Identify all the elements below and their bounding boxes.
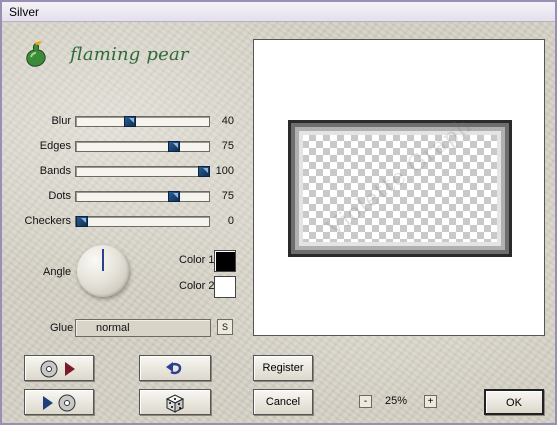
bands-slider[interactable] bbox=[75, 166, 210, 177]
bands-slider-thumb[interactable] bbox=[198, 166, 210, 177]
preview-image bbox=[288, 120, 512, 257]
preview-pane[interactable] bbox=[253, 39, 545, 336]
slider-label-bands: Bands bbox=[39, 165, 71, 177]
blur-value: 40 bbox=[221, 115, 234, 127]
glue-s-button[interactable]: S bbox=[217, 319, 233, 335]
logo-text: flaming pear bbox=[70, 44, 189, 65]
dots-slider-thumb[interactable] bbox=[168, 191, 180, 202]
title-bar: Silver bbox=[2, 2, 555, 22]
glue-label: Glue bbox=[50, 322, 74, 334]
slider-label-checkers: Checkers bbox=[24, 215, 71, 227]
zoom-value: 25% bbox=[385, 395, 408, 407]
window-title: Silver bbox=[9, 5, 40, 19]
blur-slider[interactable] bbox=[75, 116, 210, 127]
save-settings-button[interactable] bbox=[24, 389, 94, 415]
checkers-slider-thumb[interactable] bbox=[76, 216, 88, 227]
angle-knob-indicator bbox=[102, 249, 104, 271]
zoom-out-button[interactable]: - bbox=[359, 395, 372, 408]
disc-save-icon bbox=[43, 394, 76, 412]
pear-icon bbox=[26, 41, 46, 67]
color1-label: Color 1 bbox=[179, 254, 215, 266]
undo-arrow-icon bbox=[166, 362, 182, 375]
color2-label: Color 2 bbox=[179, 280, 215, 292]
angle-label: Angle bbox=[43, 266, 72, 278]
slider-label-blur: Blur bbox=[51, 115, 71, 127]
disc-load-icon bbox=[40, 360, 75, 378]
dots-value: 75 bbox=[221, 190, 234, 202]
color2-swatch[interactable] bbox=[214, 276, 236, 298]
color1-swatch[interactable] bbox=[214, 250, 236, 272]
edges-value: 75 bbox=[221, 140, 234, 152]
angle-knob[interactable] bbox=[77, 245, 129, 297]
slider-label-edges: Edges bbox=[39, 140, 71, 152]
dice-icon bbox=[165, 394, 185, 413]
checkers-slider[interactable] bbox=[75, 216, 210, 227]
register-button[interactable]: Register bbox=[253, 355, 313, 381]
blur-slider-thumb[interactable] bbox=[124, 116, 136, 127]
random-button[interactable] bbox=[139, 389, 211, 415]
slider-label-dots: Dots bbox=[48, 190, 71, 202]
checkers-value: 0 bbox=[227, 215, 234, 227]
undo-button[interactable] bbox=[139, 355, 211, 381]
bands-value: 100 bbox=[215, 165, 234, 177]
plugin-window: Silver flaming pear Blur 40 Edges 75 Ban… bbox=[0, 0, 557, 425]
zoom-in-button[interactable]: + bbox=[424, 395, 437, 408]
edges-slider-thumb[interactable] bbox=[168, 141, 180, 152]
glue-select[interactable]: normal bbox=[75, 319, 211, 337]
dots-slider[interactable] bbox=[75, 191, 210, 202]
load-settings-button[interactable] bbox=[24, 355, 94, 381]
ok-button[interactable]: OK bbox=[484, 389, 544, 415]
cancel-button[interactable]: Cancel bbox=[253, 389, 313, 415]
edges-slider[interactable] bbox=[75, 141, 210, 152]
